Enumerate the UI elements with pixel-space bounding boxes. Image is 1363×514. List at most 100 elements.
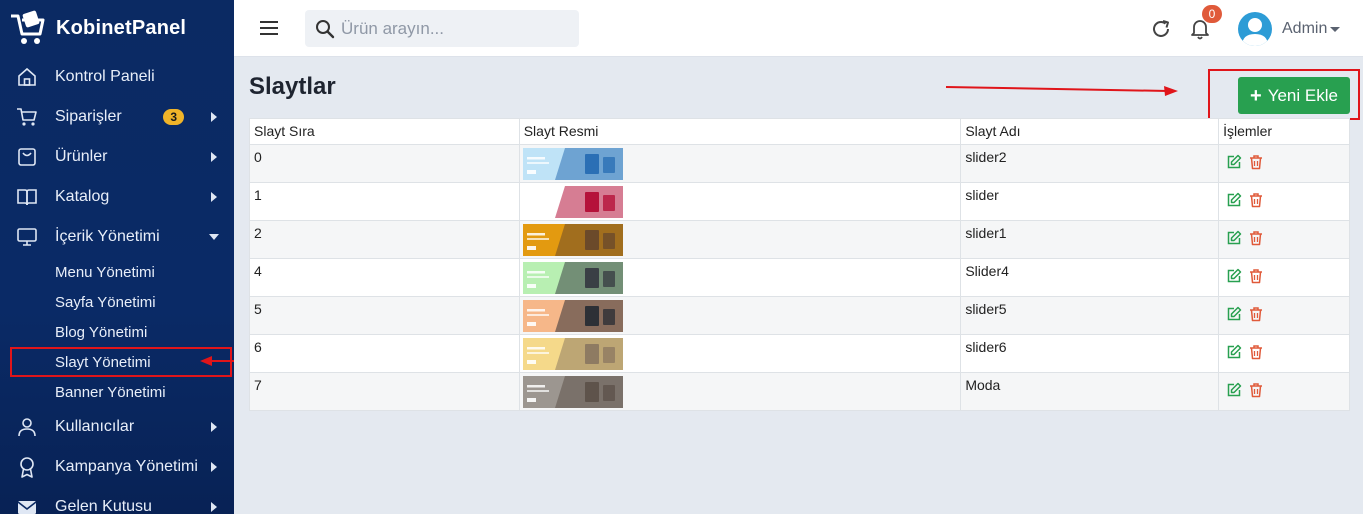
actions-cell [1218, 220, 1350, 259]
sidebar-item-kullanicilar[interactable]: Kullanıcılar [0, 407, 234, 447]
annotation-arrowhead-add [1164, 86, 1178, 96]
page-title: Slaytlar [249, 73, 336, 100]
table-body: 0 slider2 1 slider 2 slider1 4 Slider4 5… [249, 144, 1350, 411]
sidebar-item-label: Katalog [55, 188, 110, 205]
search-input[interactable] [341, 18, 561, 39]
slide-name: slider1 [960, 220, 1220, 259]
table-row: 0 slider2 [249, 144, 1350, 183]
slide-name: Slider4 [960, 258, 1220, 297]
sidebar-subitem-blog-yonetimi[interactable]: Blog Yönetimi [0, 317, 234, 347]
chevron-right-icon [208, 461, 220, 473]
edit-icon[interactable] [1226, 268, 1242, 284]
slide-thumbnail-image [522, 300, 623, 332]
trash-icon[interactable] [1248, 268, 1264, 284]
slide-image-cell [518, 334, 962, 373]
avatar[interactable] [1238, 12, 1272, 46]
slide-order: 1 [249, 182, 520, 221]
table-header-row: Slayt Sıra Slayt Resmi Slayt Adı İşlemle… [249, 118, 1350, 145]
actions-cell [1218, 372, 1350, 411]
sidebar-item-label: Kontrol Paneli [55, 68, 155, 85]
slide-image-cell [518, 182, 962, 221]
edit-icon[interactable] [1226, 154, 1242, 170]
shopping-bag-icon [16, 146, 38, 168]
slide-order: 0 [249, 144, 520, 183]
sidebar-subitem-sayfa-yonetimi[interactable]: Sayfa Yönetimi [0, 287, 234, 317]
actions-cell [1218, 144, 1350, 183]
actions-cell [1218, 182, 1350, 221]
refresh-icon[interactable] [1150, 18, 1172, 40]
orders-count-badge: 3 [163, 109, 184, 125]
trash-icon[interactable] [1248, 382, 1264, 398]
caret-down-icon [1330, 26, 1341, 32]
slide-image-cell [518, 220, 962, 259]
slide-thumbnail-image [522, 262, 623, 294]
sidebar-item-label: Siparişler [55, 108, 122, 125]
user-avatar-icon [1242, 18, 1268, 46]
sidebar-subitem-slayt-yonetimi[interactable]: Slayt Yönetimi [10, 347, 232, 377]
edit-icon[interactable] [1226, 344, 1242, 360]
trash-icon[interactable] [1248, 192, 1264, 208]
search-box [305, 10, 579, 47]
sidebar-item-label: Kullanıcılar [55, 418, 135, 435]
user-icon [16, 416, 38, 438]
sidebar-item-katalog[interactable]: Katalog [0, 177, 234, 217]
chevron-down-icon [208, 231, 220, 243]
sidebar-item-label: Gelen Kutusu [55, 498, 152, 514]
slide-name: slider5 [960, 296, 1220, 335]
cart-logo-icon [11, 10, 45, 44]
chevron-right-icon [208, 421, 220, 433]
hamburger-menu-icon[interactable] [258, 19, 280, 37]
edit-icon[interactable] [1226, 382, 1242, 398]
chevron-right-icon [208, 151, 220, 163]
slide-name: slider [960, 182, 1220, 221]
slide-thumbnail-image [522, 376, 623, 408]
slide-order: 2 [249, 220, 520, 259]
table-row: 1 slider [249, 182, 1350, 221]
user-name: Admin [1282, 20, 1328, 37]
plus-icon: + [1250, 84, 1262, 107]
table-row: 5 slider5 [249, 296, 1350, 335]
trash-icon[interactable] [1248, 344, 1264, 360]
sidebar-subitem-menu-yonetimi[interactable]: Menu Yönetimi [0, 257, 234, 287]
add-new-button[interactable]: + Yeni Ekle [1238, 77, 1350, 114]
edit-icon[interactable] [1226, 306, 1242, 322]
edit-icon[interactable] [1226, 230, 1242, 246]
monitor-icon [16, 226, 38, 248]
sidebar-item-siparisler[interactable]: Siparişler 3 [0, 97, 234, 137]
table-row: 2 slider1 [249, 220, 1350, 259]
brand[interactable]: KobinetPanel [0, 0, 234, 56]
actions-cell [1218, 296, 1350, 335]
topbar: 0 Admin [234, 0, 1363, 57]
sidebar-item-gelen-kutusu[interactable]: Gelen Kutusu [0, 487, 234, 514]
book-icon [16, 186, 38, 208]
slide-thumbnail-image [522, 186, 623, 218]
sidebar-item-urunler[interactable]: Ürünler [0, 137, 234, 177]
cart-icon [16, 106, 38, 128]
user-menu-toggle[interactable]: Admin [1282, 20, 1341, 38]
chevron-right-icon [208, 111, 220, 123]
slides-table: Slayt Sıra Slayt Resmi Slayt Adı İşlemle… [249, 118, 1350, 411]
table-row: 4 Slider4 [249, 258, 1350, 297]
sidebar-subitem-banner-yonetimi[interactable]: Banner Yönetimi [0, 377, 234, 407]
column-header-image: Slayt Resmi [518, 118, 962, 145]
slide-thumbnail-image [522, 338, 623, 370]
slide-name: slider2 [960, 144, 1220, 183]
actions-cell [1218, 258, 1350, 297]
slide-image-cell [518, 144, 962, 183]
sidebar-item-kontrol-paneli[interactable]: Kontrol Paneli [0, 57, 234, 97]
edit-icon[interactable] [1226, 192, 1242, 208]
trash-icon[interactable] [1248, 154, 1264, 170]
chevron-right-icon [208, 191, 220, 203]
notification-count-badge: 0 [1202, 5, 1222, 23]
sidebar-item-kampanya-yonetimi[interactable]: Kampanya Yönetimi [0, 447, 234, 487]
slide-image-cell [518, 372, 962, 411]
sidebar-item-label: Ürünler [55, 148, 108, 165]
sidebar-item-icerik-yonetimi[interactable]: İçerik Yönetimi [0, 217, 234, 257]
trash-icon[interactable] [1248, 306, 1264, 322]
table-row: 6 slider6 [249, 334, 1350, 373]
slide-image-cell [518, 296, 962, 335]
trash-icon[interactable] [1248, 230, 1264, 246]
slide-order: 5 [249, 296, 520, 335]
sidebar: KobinetPanel Kontrol Paneli Siparişler 3… [0, 0, 234, 514]
chevron-right-icon [208, 501, 220, 513]
